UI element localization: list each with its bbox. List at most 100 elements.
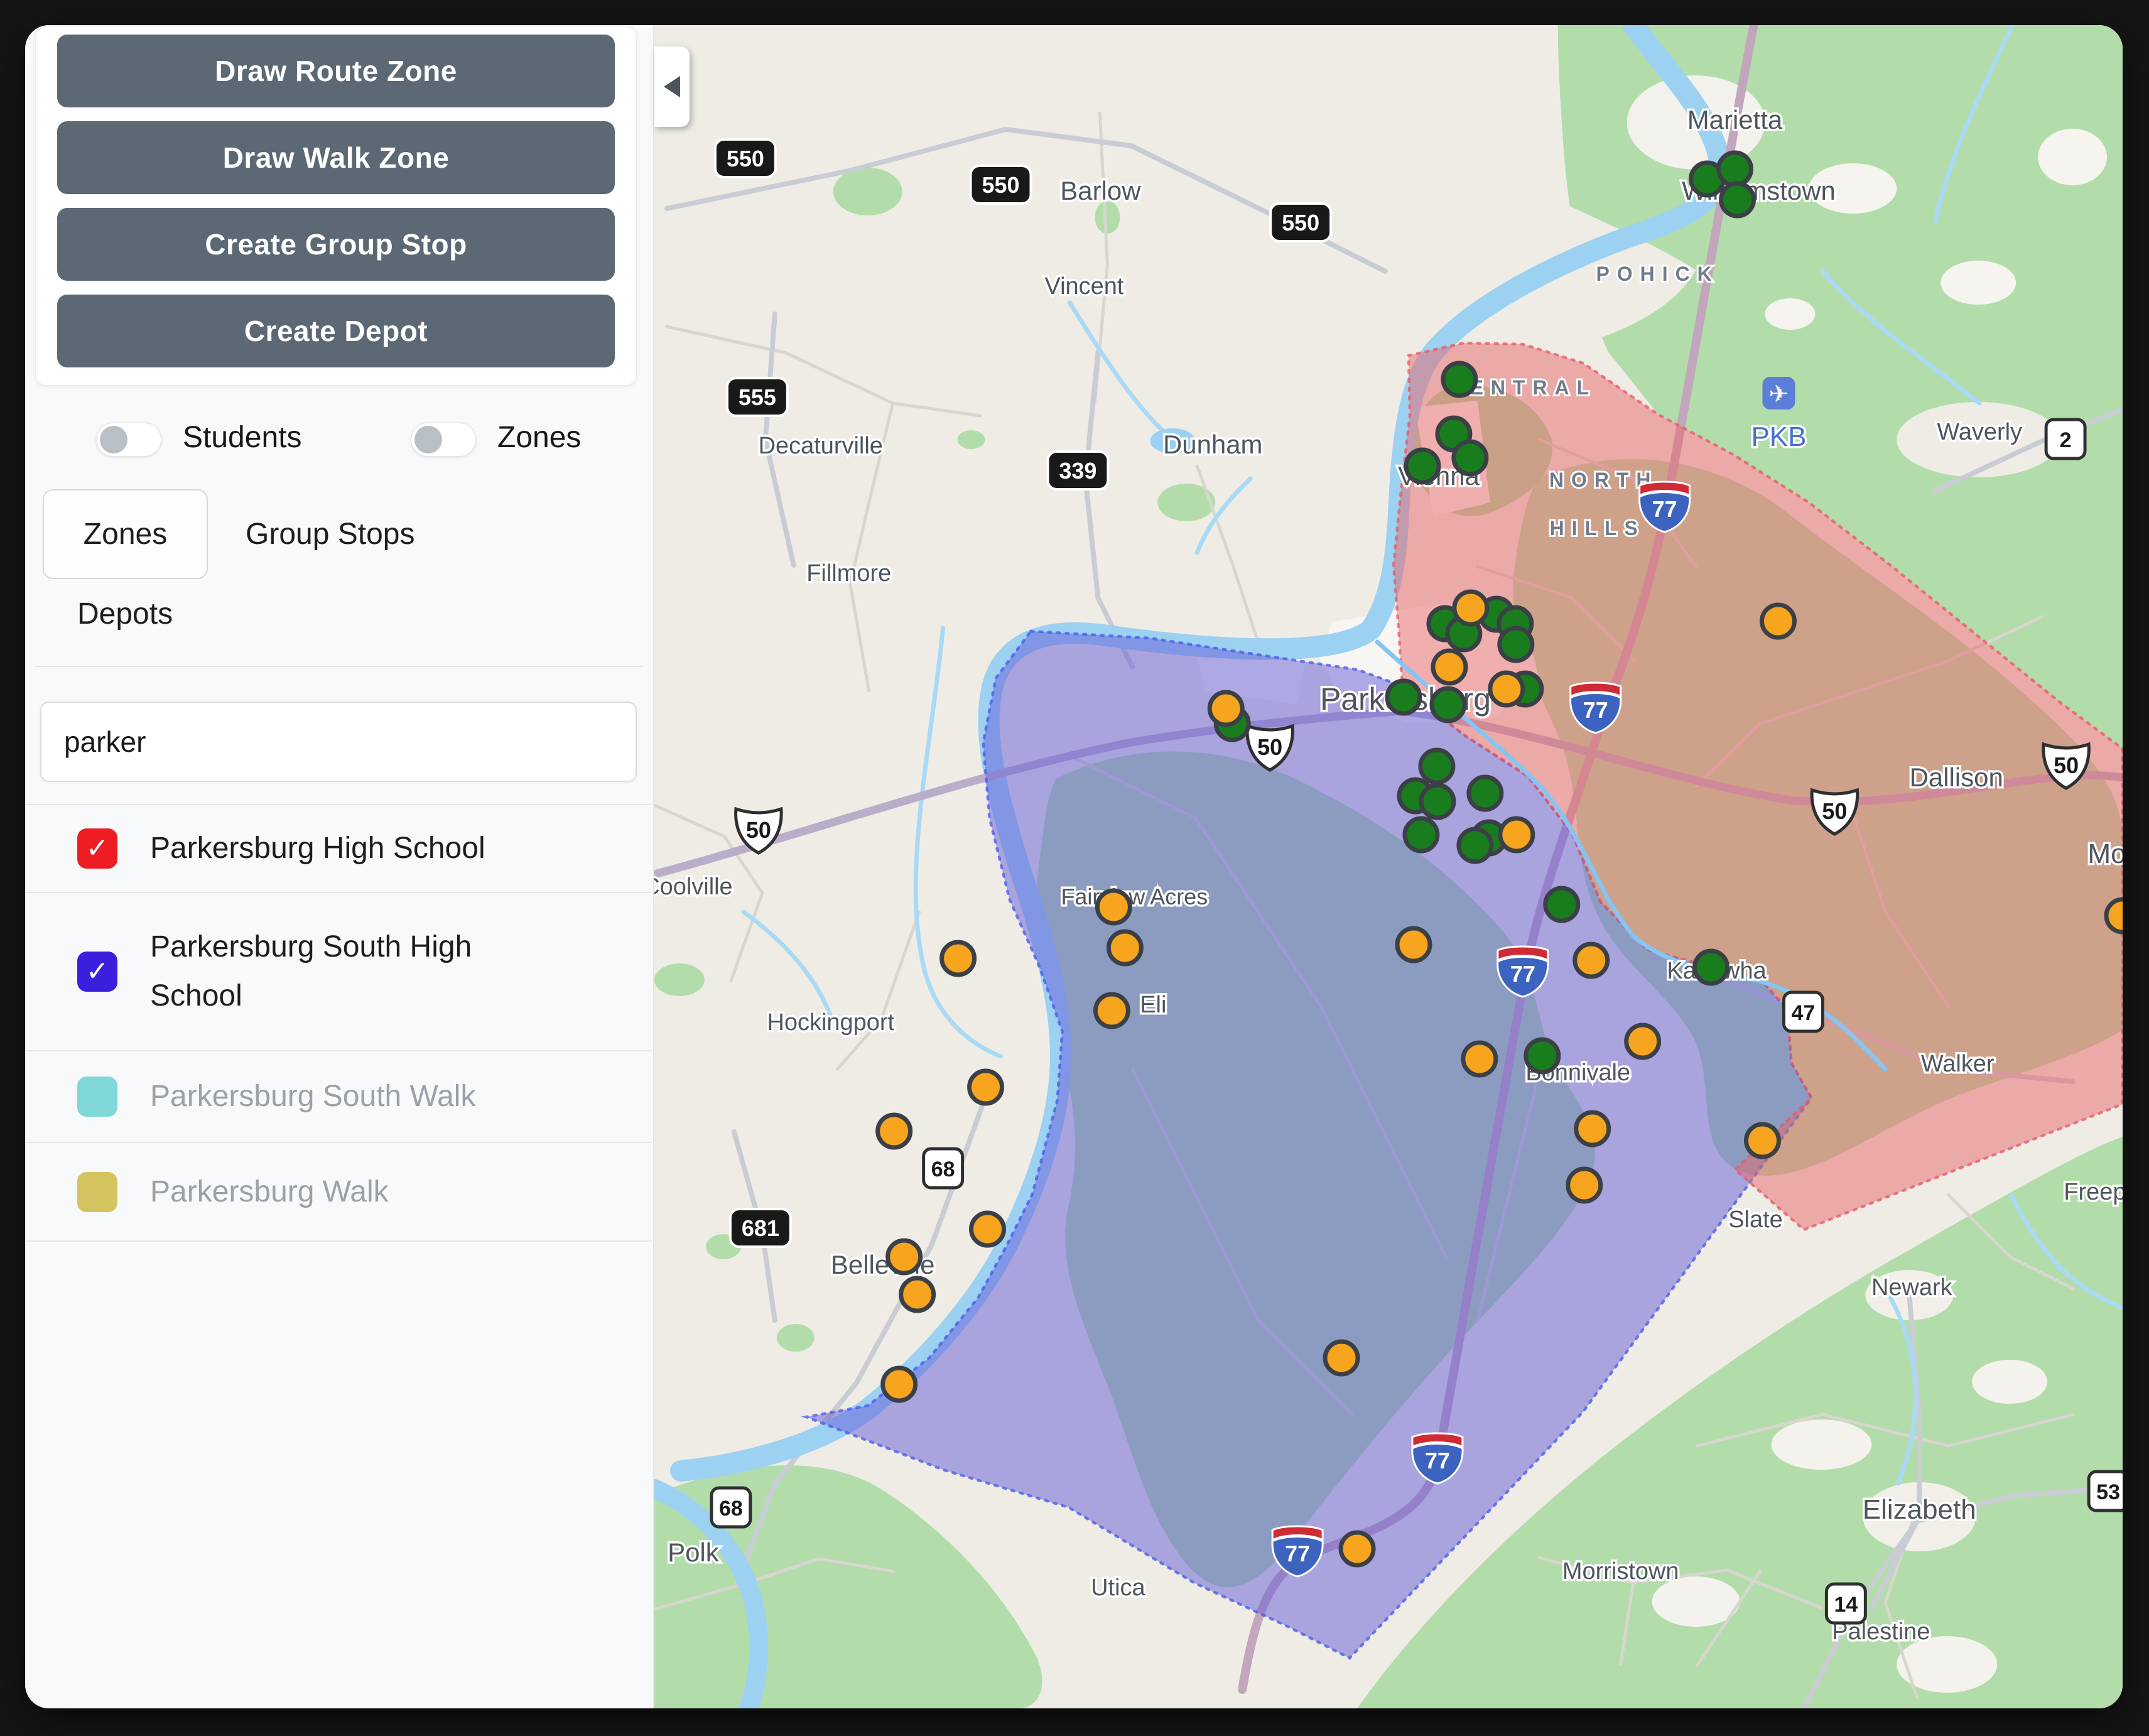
stop-marker-orange[interactable]: [1097, 891, 1130, 923]
color-swatch[interactable]: [77, 1077, 117, 1117]
svg-text:✈: ✈: [1769, 381, 1789, 408]
tab-zones[interactable]: Zones: [43, 489, 208, 579]
school-marker-green[interactable]: [1500, 628, 1532, 661]
sidebar-collapse-button[interactable]: [654, 46, 690, 127]
place-label: Marietta: [1687, 105, 1783, 134]
stop-marker-orange[interactable]: [942, 942, 975, 975]
stop-marker-orange[interactable]: [1575, 944, 1608, 977]
checkbox-checked[interactable]: ✓: [77, 828, 117, 869]
svg-text:50: 50: [2054, 752, 2079, 778]
svg-text:50: 50: [1822, 798, 1847, 824]
color-swatch[interactable]: [77, 1172, 117, 1212]
stop-marker-orange[interactable]: [1210, 692, 1242, 725]
stop-marker-orange[interactable]: [970, 1071, 1002, 1104]
draw-route-zone-button[interactable]: Draw Route Zone: [57, 35, 615, 107]
svg-text:68: 68: [719, 1497, 743, 1521]
zones-toggle[interactable]: [411, 423, 476, 457]
school-marker-green[interactable]: [1719, 153, 1751, 185]
stop-marker-orange[interactable]: [1341, 1533, 1373, 1565]
list-item-label: Parkersburg South Walk: [150, 1072, 475, 1121]
route-shield-square: 47: [1784, 992, 1822, 1031]
map[interactable]: POHICKCENTRALNORTHHILLSMariettaWilliamst…: [654, 25, 2123, 1708]
stop-marker-orange[interactable]: [1490, 673, 1523, 705]
school-marker-green[interactable]: [1526, 1039, 1559, 1072]
school-marker-green[interactable]: [1459, 829, 1491, 862]
stop-marker-orange[interactable]: [1454, 592, 1487, 624]
school-marker-green[interactable]: [1421, 750, 1453, 783]
svg-text:50: 50: [1257, 734, 1282, 760]
route-shield-ohio: 550: [715, 139, 776, 177]
tab-bar: Zones Group Stops Depots: [25, 489, 628, 648]
list-item-label: Parkersburg South High School: [150, 923, 552, 1021]
check-icon: ✓: [86, 958, 109, 985]
route-shield-square: 68: [924, 1149, 963, 1188]
list-item-parkersburg-south-walk[interactable]: Parkersburg South Walk: [25, 1051, 652, 1143]
svg-text:550: 550: [982, 172, 1020, 198]
stop-marker-orange[interactable]: [1095, 994, 1128, 1027]
school-marker-green[interactable]: [1469, 777, 1502, 810]
stop-marker-orange[interactable]: [901, 1278, 934, 1311]
list-item-parkersburg-high[interactable]: ✓ Parkersburg High School: [25, 805, 652, 893]
stop-marker-orange[interactable]: [972, 1213, 1004, 1245]
school-marker-green[interactable]: [1695, 951, 1728, 984]
svg-text:77: 77: [1285, 1541, 1310, 1566]
stop-marker-orange[interactable]: [1762, 605, 1794, 637]
route-shield-square: 14: [1826, 1584, 1865, 1623]
place-label: Walker: [1921, 1051, 1995, 1077]
stop-marker-orange[interactable]: [1397, 928, 1430, 961]
school-marker-green[interactable]: [1443, 363, 1476, 396]
district-label: HILLS: [1550, 517, 1645, 540]
school-marker-green[interactable]: [1406, 450, 1439, 482]
svg-text:50: 50: [746, 817, 771, 843]
svg-text:550: 550: [727, 146, 764, 171]
tab-depots[interactable]: Depots: [77, 579, 173, 648]
checkbox-checked[interactable]: ✓: [77, 952, 117, 992]
svg-text:2: 2: [2060, 428, 2072, 452]
stop-marker-orange[interactable]: [1627, 1025, 1659, 1058]
school-marker-green[interactable]: [1432, 688, 1464, 721]
svg-text:550: 550: [1282, 210, 1319, 236]
stop-marker-orange[interactable]: [1568, 1169, 1601, 1202]
stop-marker-orange[interactable]: [883, 1368, 916, 1401]
place-label: Polk: [668, 1538, 720, 1567]
place-label: Dallison: [1910, 762, 2003, 792]
stop-marker-orange[interactable]: [878, 1115, 911, 1147]
place-label: Morristown: [1562, 1558, 1679, 1585]
search-input[interactable]: [40, 702, 637, 782]
route-shield-ohio: 550: [971, 166, 1031, 203]
route-shield-ohio: 550: [1270, 203, 1331, 241]
list-item-parkersburg-south-high[interactable]: ✓ Parkersburg South High School: [25, 893, 652, 1051]
stop-marker-orange[interactable]: [1108, 931, 1141, 964]
check-icon: ✓: [86, 835, 109, 862]
map-canvas[interactable]: POHICKCENTRALNORTHHILLSMariettaWilliamst…: [654, 25, 2123, 1708]
sidebar: Draw Route Zone Draw Walk Zone Create Gr…: [25, 25, 654, 1708]
stop-marker-orange[interactable]: [888, 1240, 921, 1273]
school-marker-green[interactable]: [1545, 888, 1578, 921]
place-label: Dunham: [1163, 430, 1263, 459]
stop-marker-orange[interactable]: [1433, 651, 1466, 683]
svg-text:14: 14: [1834, 1593, 1858, 1617]
tabs-divider: [35, 666, 643, 667]
stop-marker-orange[interactable]: [1500, 818, 1533, 851]
stop-marker-orange[interactable]: [1746, 1124, 1779, 1157]
create-group-stop-button[interactable]: Create Group Stop: [57, 208, 615, 281]
list-item-parkersburg-walk[interactable]: Parkersburg Walk: [25, 1143, 652, 1242]
stop-marker-orange[interactable]: [1325, 1342, 1358, 1374]
school-marker-green[interactable]: [1454, 442, 1486, 474]
students-toggle[interactable]: [96, 423, 161, 457]
toggle-knob: [414, 426, 442, 453]
school-marker-green[interactable]: [1387, 681, 1420, 713]
tab-group-stops[interactable]: Group Stops: [246, 489, 414, 579]
stop-marker-orange[interactable]: [1576, 1112, 1609, 1145]
school-marker-green[interactable]: [1421, 785, 1454, 818]
list-item-label: Parkersburg Walk: [150, 1168, 389, 1217]
svg-text:68: 68: [931, 1158, 955, 1181]
place-label: Freeport: [2064, 1179, 2123, 1205]
svg-text:681: 681: [742, 1215, 779, 1241]
create-depot-button[interactable]: Create Depot: [57, 295, 615, 367]
school-marker-green[interactable]: [1405, 818, 1437, 851]
school-marker-green[interactable]: [1721, 183, 1754, 216]
stop-marker-orange[interactable]: [1463, 1043, 1496, 1075]
stop-marker-orange[interactable]: [2106, 899, 2123, 932]
draw-walk-zone-button[interactable]: Draw Walk Zone: [57, 121, 615, 194]
